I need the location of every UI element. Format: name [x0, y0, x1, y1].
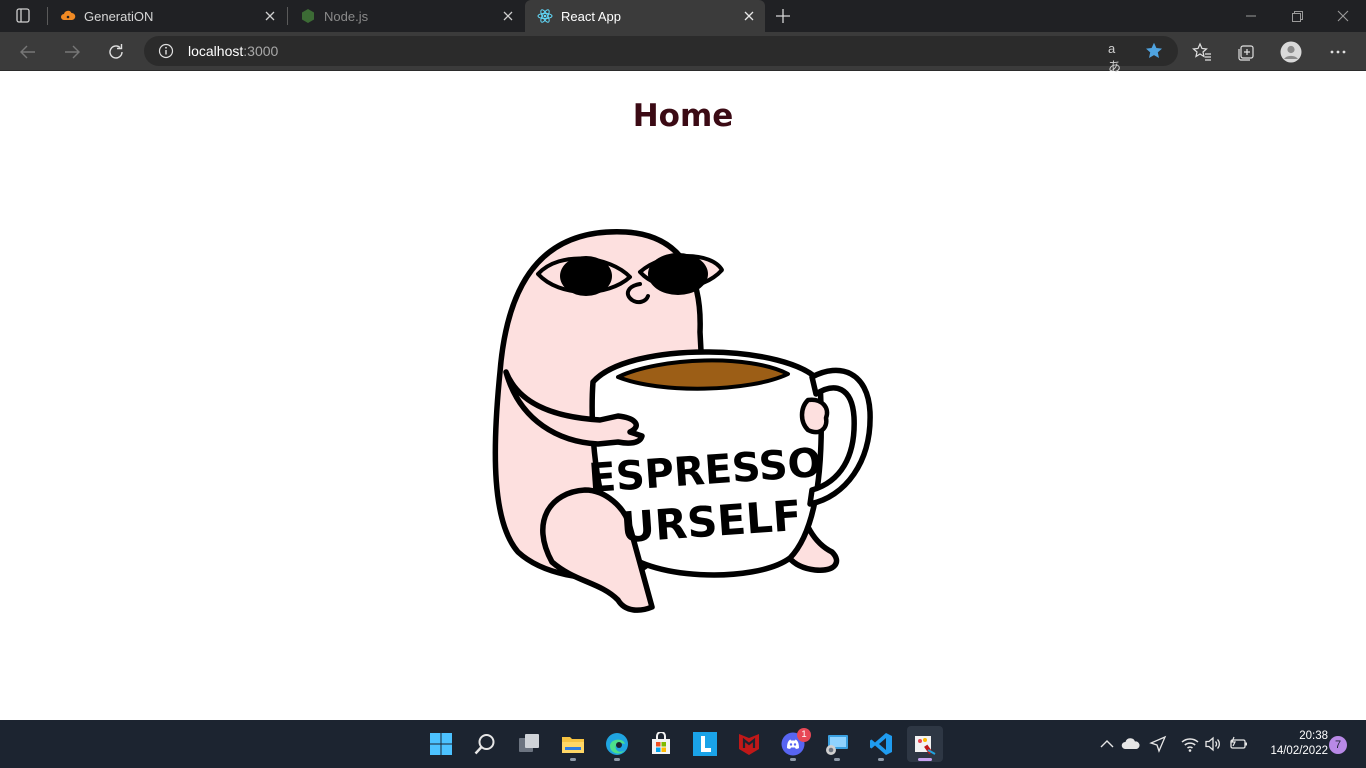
- battery-icon[interactable]: [1228, 734, 1248, 754]
- tab-title: Node.js: [324, 9, 369, 24]
- close-window-icon[interactable]: [1335, 8, 1351, 24]
- close-tab-icon[interactable]: [500, 8, 516, 24]
- taskbar-clock[interactable]: 20:38 14/02/2022: [1256, 729, 1328, 759]
- task-view-button[interactable]: [511, 726, 547, 762]
- running-indicator: [790, 758, 796, 761]
- tab-actions-icon[interactable]: [10, 6, 36, 26]
- remote-desktop-button[interactable]: [819, 726, 855, 762]
- discord-unread-badge: 1: [797, 728, 811, 742]
- start-button[interactable]: [423, 726, 459, 762]
- clock-date: 14/02/2022: [1270, 745, 1328, 757]
- favorites-icon[interactable]: [1191, 41, 1213, 63]
- running-indicator-active: [918, 758, 932, 761]
- minimize-icon[interactable]: [1243, 8, 1259, 24]
- close-tab-icon[interactable]: [741, 8, 757, 24]
- site-info-icon[interactable]: [158, 43, 174, 59]
- show-hidden-icons-chevron-icon[interactable]: [1097, 734, 1117, 754]
- vscode-button[interactable]: [863, 726, 899, 762]
- new-tab-icon[interactable]: [772, 5, 794, 27]
- collections-icon[interactable]: [1235, 41, 1257, 63]
- tab-title: GeneratiON: [84, 9, 154, 24]
- vscode-icon: [870, 733, 892, 755]
- espresso-urself-sticker: ESPRESSO URSELF: [492, 229, 873, 613]
- store-icon: [652, 732, 670, 754]
- tab-title: React App: [561, 9, 621, 24]
- remote-desktop-icon: [826, 735, 848, 755]
- creature-hand: [799, 397, 830, 435]
- back-arrow-icon[interactable]: [17, 41, 39, 63]
- forward-arrow-icon[interactable]: [61, 41, 83, 63]
- react-app-page: Home ESPRESSO URSELF: [0, 72, 1366, 720]
- nodejs-hexagon-icon: [300, 8, 316, 24]
- clock-time: 20:38: [1299, 730, 1328, 742]
- windows-start-icon: [430, 733, 452, 755]
- edge-button[interactable]: [599, 726, 635, 762]
- volume-speaker-icon[interactable]: [1203, 734, 1223, 754]
- address-bar[interactable]: localhost:3000 aあ: [144, 36, 1178, 74]
- store-button[interactable]: [643, 726, 679, 762]
- search-icon: [474, 734, 495, 755]
- l-app-icon: [693, 732, 717, 756]
- restore-icon[interactable]: [1289, 8, 1305, 24]
- read-aloud-icon[interactable]: aあ: [1108, 41, 1128, 74]
- close-tab-icon[interactable]: [262, 8, 278, 24]
- tab-react-app[interactable]: React App: [525, 0, 765, 32]
- refresh-icon[interactable]: [105, 41, 127, 63]
- discord-button[interactable]: 1: [775, 726, 811, 762]
- page-title: Home: [632, 98, 734, 134]
- mcafee-button[interactable]: [731, 726, 767, 762]
- running-indicator: [878, 758, 884, 761]
- file-explorer-button[interactable]: [555, 726, 591, 762]
- url-text[interactable]: localhost:3000: [188, 43, 278, 59]
- windows-taskbar: 1 20:38 14/02/2022: [0, 720, 1366, 768]
- paint-button[interactable]: [907, 726, 943, 762]
- wifi-icon[interactable]: [1180, 734, 1200, 754]
- task-view-icon: [519, 734, 539, 752]
- running-indicator: [614, 758, 620, 761]
- paint-icon: [915, 736, 936, 755]
- onedrive-cloud-icon[interactable]: [1121, 734, 1141, 754]
- edge-icon: [606, 733, 628, 755]
- location-arrow-icon[interactable]: [1148, 734, 1168, 754]
- more-options-icon[interactable]: [1327, 41, 1349, 63]
- profile-avatar-icon[interactable]: [1280, 41, 1302, 63]
- favorite-star-icon[interactable]: [1144, 41, 1164, 61]
- running-indicator: [834, 758, 840, 761]
- url-host: localhost: [188, 43, 244, 59]
- file-explorer-icon: [562, 737, 584, 753]
- l-app-button[interactable]: [687, 726, 723, 762]
- search-button[interactable]: [467, 726, 503, 762]
- react-atom-icon: [537, 8, 553, 24]
- notification-count-badge[interactable]: 7: [1329, 736, 1347, 754]
- generation-cloud-icon: [60, 8, 76, 24]
- running-indicator: [570, 758, 576, 761]
- tab-strip: GeneratiON Node.js React App: [0, 0, 1366, 32]
- mcafee-icon: [739, 734, 759, 755]
- tab-nodejs[interactable]: Node.js: [288, 0, 524, 32]
- tab-generation[interactable]: GeneratiON: [48, 0, 286, 32]
- browser-toolbar: localhost:3000 aあ: [0, 32, 1366, 74]
- url-port: :3000: [243, 43, 279, 59]
